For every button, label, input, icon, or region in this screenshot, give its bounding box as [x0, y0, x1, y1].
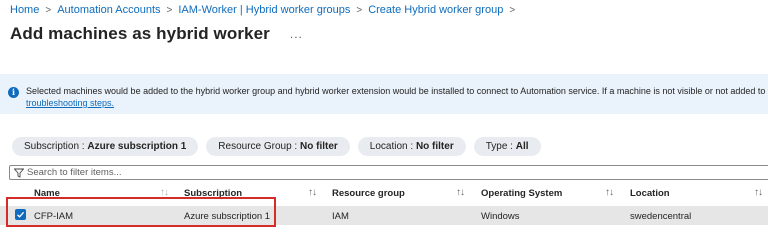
filter-value: No filter	[300, 141, 338, 152]
cell-operating-system: Windows	[481, 211, 520, 222]
filter-icon	[14, 168, 24, 178]
sort-icon[interactable]: ↑↓	[754, 187, 763, 198]
info-message-text: Selected machines would be added to the …	[26, 86, 768, 96]
page-title: Add machines as hybrid worker	[10, 24, 270, 43]
selection-highlight-box	[6, 197, 276, 227]
chevron-right-icon: >	[509, 4, 516, 16]
filter-location[interactable]: Location : No filter	[357, 137, 466, 156]
info-icon: i	[8, 87, 19, 98]
column-header-resource-group[interactable]: Resource group	[332, 188, 405, 199]
breadcrumb-automation-accounts[interactable]: Automation Accounts	[57, 4, 160, 16]
filter-label: Subscription :	[24, 141, 85, 152]
filter-type[interactable]: Type : All	[473, 137, 541, 156]
column-header-location[interactable]: Location	[630, 188, 670, 199]
sort-icon[interactable]: ↑↓	[605, 187, 614, 198]
filter-value: No filter	[415, 141, 454, 152]
filter-value: Azure subscription 1	[87, 141, 187, 152]
filter-label: Location :	[369, 141, 414, 152]
troubleshooting-link[interactable]: troubleshooting steps.	[26, 98, 114, 108]
breadcrumb-create-hybrid-worker-group[interactable]: Create Hybrid worker group	[368, 4, 503, 16]
sort-icon[interactable]: ↑↓	[456, 187, 465, 198]
filter-value: All	[515, 141, 529, 152]
sort-icon[interactable]: ↑↓	[308, 187, 317, 198]
chevron-right-icon: >	[45, 4, 52, 16]
filter-bar: Subscription : Azure subscription 1 Reso…	[12, 137, 541, 156]
info-banner: i Selected machines would be added to th…	[0, 74, 768, 114]
breadcrumb-hybrid-worker-groups[interactable]: IAM-Worker | Hybrid worker groups	[178, 4, 350, 16]
cell-resource-group: IAM	[332, 211, 349, 222]
more-options-button[interactable]: ...	[290, 27, 303, 41]
chevron-right-icon: >	[356, 4, 363, 16]
filter-subscription[interactable]: Subscription : Azure subscription 1	[12, 137, 199, 156]
info-message: Selected machines would be added to the …	[26, 85, 768, 109]
filter-resource-group[interactable]: Resource Group : No filter	[206, 137, 350, 156]
cell-location: swedencentral	[630, 211, 692, 222]
title-row: Add machines as hybrid worker ...	[10, 24, 303, 44]
filter-label: Type :	[485, 141, 513, 152]
breadcrumb-home[interactable]: Home	[10, 4, 39, 16]
breadcrumb: Home > Automation Accounts > IAM-Worker …	[10, 4, 521, 16]
search-box[interactable]	[9, 165, 768, 180]
column-header-operating-system[interactable]: Operating System	[481, 188, 562, 199]
chevron-right-icon: >	[166, 4, 173, 16]
search-input[interactable]	[24, 166, 327, 179]
filter-label: Resource Group :	[218, 141, 298, 152]
